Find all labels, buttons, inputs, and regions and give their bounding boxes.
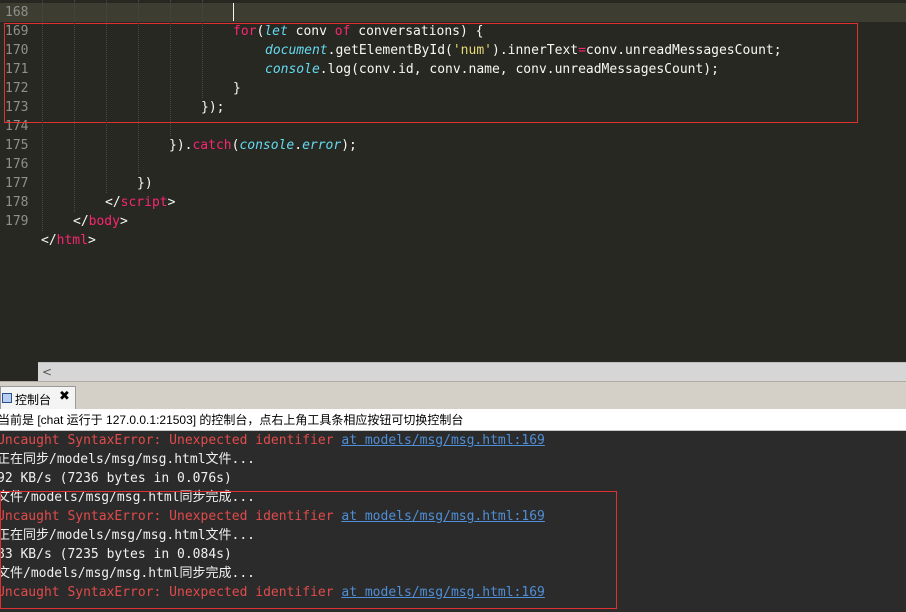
code-token: >	[167, 195, 176, 210]
line-number: 168	[5, 5, 29, 20]
tab-console-label: 控制台	[15, 393, 52, 407]
code-token: </	[105, 195, 121, 210]
output-highlight-box	[0, 491, 617, 609]
console-message: 正在同步/models/msg/msg.html文件...	[0, 452, 256, 467]
code-line[interactable]: 177})	[0, 174, 906, 193]
line-number: 179	[5, 214, 29, 229]
code-token: .	[294, 138, 303, 153]
code-token: }).	[169, 138, 193, 153]
code-token: </	[73, 214, 89, 229]
code-editor[interactable]: 168 169 for(let conv of conversations) {17…	[0, 0, 906, 362]
code-line[interactable]: 179 </body>	[0, 212, 906, 231]
console-log-line: 92 KB/s (7236 bytes in 0.076s)	[0, 469, 232, 488]
code-line[interactable]: 175}).catch(console.error);	[0, 136, 906, 155]
indent-guide	[74, 0, 75, 212]
console-log-line: 正在同步/models/msg/msg.html文件...	[0, 450, 255, 469]
code-line[interactable]: 178 </script>	[0, 193, 906, 212]
console-output[interactable]: Uncaught SyntaxError: Unexpected identif…	[0, 431, 906, 612]
code-text: })	[137, 174, 153, 193]
close-icon[interactable]: ✖	[59, 389, 70, 404]
console-info-text: 当前是 [chat 运行于 127.0.0.1:21503] 的控制台，点右上角…	[0, 413, 464, 427]
tab-console[interactable]: 控制台 ✖	[0, 386, 76, 410]
console-tab-bar: 控制台 ✖	[0, 381, 906, 410]
code-token: error	[302, 138, 342, 153]
code-text: </script>	[105, 193, 175, 212]
horizontal-scrollbar[interactable]: <	[38, 362, 906, 381]
code-token: );	[341, 138, 357, 153]
console-error-line: Uncaught SyntaxError: Unexpected identif…	[0, 431, 545, 450]
code-highlight-box	[4, 23, 858, 123]
line-number: 178	[5, 195, 29, 210]
code-token: >	[119, 214, 128, 229]
source-location-link[interactable]: at models/msg/msg.html:169	[341, 433, 545, 448]
code-token: catch	[192, 138, 232, 153]
line-number: 176	[5, 157, 29, 172]
code-token: html	[56, 233, 88, 248]
line-number: 175	[5, 138, 29, 153]
console-message: 92 KB/s (7236 bytes in 0.076s)	[0, 471, 232, 486]
code-token: console	[239, 138, 295, 153]
code-text: </body>	[73, 212, 128, 231]
code-token: >	[87, 233, 96, 248]
code-token: script	[120, 195, 168, 210]
indent-guide	[170, 0, 171, 136]
line-number: 177	[5, 176, 29, 191]
indent-guide	[202, 0, 203, 98]
indent-guide	[106, 0, 107, 193]
text-caret	[233, 3, 234, 21]
scrollbar-left-pad	[0, 362, 38, 381]
code-line[interactable]: 168	[0, 3, 906, 22]
code-text: }).catch(console.error);	[169, 136, 357, 155]
code-line[interactable]: 176	[0, 155, 906, 174]
scroll-left-arrow-icon[interactable]: <	[40, 364, 54, 380]
indent-guide	[138, 0, 139, 174]
code-token: body	[88, 214, 120, 229]
code-token: </	[41, 233, 57, 248]
code-token: })	[137, 176, 153, 191]
console-info-bar: 当前是 [chat 运行于 127.0.0.1:21503] 的控制台，点右上角…	[0, 409, 906, 431]
code-text: </html>	[41, 231, 96, 250]
console-message: Uncaught SyntaxError: Unexpected identif…	[0, 433, 342, 448]
code-line[interactable]: </html>	[0, 231, 906, 250]
console-window-icon	[2, 393, 12, 403]
indent-guide	[42, 0, 43, 231]
